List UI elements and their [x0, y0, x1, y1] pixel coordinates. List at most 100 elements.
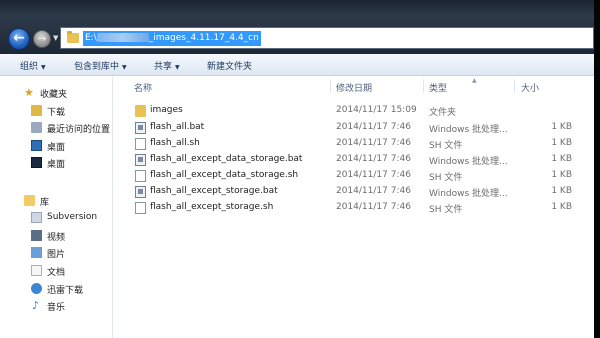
- file-size: 1 KB: [551, 122, 572, 132]
- table-row[interactable]: flash_all_except_storage.bat 2014/11/17 …: [114, 184, 594, 200]
- nav-item-libraries[interactable]: 库: [0, 193, 113, 209]
- table-row[interactable]: flash_all.sh 2014/11/17 7:46 SH 文件 1 KB: [114, 136, 594, 152]
- recent-places-icon: [31, 122, 42, 133]
- address-path-prefix: E:\: [85, 33, 97, 43]
- command-bar: 组织 ▼ 包含到库中 ▼ 共享 ▼ 新建文件夹: [0, 54, 594, 76]
- nav-label: 音乐: [47, 303, 66, 313]
- file-modified: 2014/11/17 7:46: [336, 122, 411, 132]
- address-path[interactable]: E:\ _images_4.11.17_4.4_cn: [83, 31, 261, 46]
- desktop-icon: [31, 157, 42, 168]
- column-header-name[interactable]: 名称: [134, 81, 152, 94]
- nav-label: 下载: [47, 108, 66, 118]
- file-size: 1 KB: [551, 186, 572, 196]
- nav-item-desktop[interactable]: 桌面: [0, 138, 113, 154]
- navigation-pane: ★ 收藏夹 下载 最近访问的位置 桌面 桌面 库 Subversion 视频 图…: [0, 77, 113, 338]
- folder-icon: [135, 105, 146, 117]
- batch-file-icon: [135, 122, 146, 134]
- file-modified: 2014/11/17 7:46: [336, 154, 411, 164]
- forward-button[interactable]: →: [33, 30, 51, 48]
- column-header-size[interactable]: 大小: [521, 81, 539, 94]
- nav-item-videos[interactable]: 视频: [0, 228, 113, 244]
- table-row[interactable]: flash_all.bat 2014/11/17 7:46 Windows 批处…: [114, 120, 594, 136]
- file-name: flash_all_except_data_storage.bat: [150, 154, 303, 164]
- file-type: Windows 批处理...: [429, 189, 508, 199]
- share-label: 共享: [154, 62, 173, 72]
- column-divider[interactable]: [330, 79, 331, 93]
- address-bar[interactable]: E:\ _images_4.11.17_4.4_cn: [60, 27, 594, 49]
- file-name: flash_all_except_storage.bat: [150, 186, 278, 196]
- video-icon: [31, 230, 42, 241]
- file-modified: 2014/11/17 15:09: [336, 105, 417, 115]
- nav-label: 收藏夹: [40, 90, 68, 100]
- desktop-icon: [31, 140, 42, 151]
- new-folder-button[interactable]: 新建文件夹: [207, 59, 252, 72]
- file-name: flash_all.bat: [150, 122, 205, 132]
- file-list: ▲ 名称 修改日期 类型 大小 images 2014/11/17 15:09 …: [114, 77, 594, 338]
- nav-label: 桌面: [47, 143, 66, 153]
- include-in-library-label: 包含到库中: [74, 62, 120, 72]
- sh-file-icon: [135, 202, 146, 214]
- batch-file-icon: [135, 154, 146, 166]
- screen-edge: [594, 0, 600, 338]
- include-in-library-button[interactable]: 包含到库中 ▼: [74, 59, 127, 72]
- new-folder-label: 新建文件夹: [207, 62, 253, 72]
- nav-item-music[interactable]: ♪ 音乐: [0, 298, 113, 314]
- nav-label: 最近访问的位置: [47, 125, 111, 135]
- file-name: images: [150, 105, 183, 115]
- column-divider[interactable]: [423, 79, 424, 93]
- nav-item-desktop-2[interactable]: 桌面: [0, 155, 113, 171]
- chevron-down-icon: ▼: [175, 64, 180, 71]
- table-row[interactable]: flash_all_except_data_storage.bat 2014/1…: [114, 152, 594, 168]
- file-modified: 2014/11/17 7:46: [336, 202, 411, 212]
- nav-item-favorites[interactable]: ★ 收藏夹: [0, 85, 113, 101]
- file-type: SH 文件: [429, 173, 463, 183]
- nav-item-subversion[interactable]: Subversion: [0, 210, 113, 226]
- table-row[interactable]: flash_all_except_data_storage.sh 2014/11…: [114, 168, 594, 184]
- nav-item-thunder-downloads[interactable]: 迅雷下载: [0, 281, 113, 297]
- folder-icon: [67, 31, 79, 43]
- file-type: Windows 批处理...: [429, 157, 508, 167]
- file-modified: 2014/11/17 7:46: [336, 170, 411, 180]
- nav-item-recent[interactable]: 最近访问的位置: [0, 120, 113, 136]
- nav-label: 图片: [47, 250, 66, 260]
- nav-label: 视频: [47, 233, 66, 243]
- file-size: 1 KB: [551, 138, 572, 148]
- history-dropdown-icon[interactable]: ▼: [53, 34, 58, 42]
- file-size: 1 KB: [551, 154, 572, 164]
- file-type: SH 文件: [429, 205, 463, 215]
- nav-label: 文档: [47, 268, 66, 278]
- nav-label: 迅雷下载: [47, 286, 84, 296]
- star-icon: ★: [24, 86, 34, 99]
- file-name: flash_all.sh: [150, 138, 200, 148]
- column-divider[interactable]: [514, 79, 515, 93]
- music-note-icon: ♪: [32, 299, 40, 312]
- chevron-down-icon: ▼: [122, 64, 127, 71]
- title-bar: ← → ▼ E:\ _images_4.11.17_4.4_cn: [0, 0, 594, 54]
- nav-item-pictures[interactable]: 图片: [0, 245, 113, 261]
- nav-item-downloads[interactable]: 下载: [0, 103, 113, 119]
- sort-up-icon: ▲: [472, 77, 477, 84]
- redacted-path-segment: [96, 33, 149, 42]
- sh-file-icon: [135, 170, 146, 182]
- file-modified: 2014/11/17 7:46: [336, 186, 411, 196]
- downloads-folder-icon: [31, 105, 42, 116]
- share-button[interactable]: 共享 ▼: [154, 59, 180, 72]
- batch-file-icon: [135, 186, 146, 198]
- back-button[interactable]: ←: [8, 28, 30, 50]
- address-path-suffix: _images_4.11.17_4.4_cn: [148, 33, 259, 43]
- file-name: flash_all_except_data_storage.sh: [150, 170, 299, 180]
- library-icon: [24, 195, 35, 206]
- column-header-modified[interactable]: 修改日期: [336, 81, 372, 94]
- file-type: SH 文件: [429, 141, 463, 151]
- table-row[interactable]: images 2014/11/17 15:09 文件夹: [114, 103, 594, 119]
- organize-label: 组织: [20, 62, 39, 72]
- nav-item-documents[interactable]: 文档: [0, 263, 113, 279]
- nav-label: 桌面: [47, 160, 66, 170]
- column-header-type[interactable]: 类型: [429, 81, 447, 94]
- organize-button[interactable]: 组织 ▼: [20, 59, 46, 72]
- table-row[interactable]: flash_all_except_storage.sh 2014/11/17 7…: [114, 200, 594, 216]
- file-size: 1 KB: [551, 170, 572, 180]
- nav-label: 库: [40, 198, 50, 208]
- chevron-down-icon: ▼: [41, 64, 46, 71]
- sh-file-icon: [135, 138, 146, 150]
